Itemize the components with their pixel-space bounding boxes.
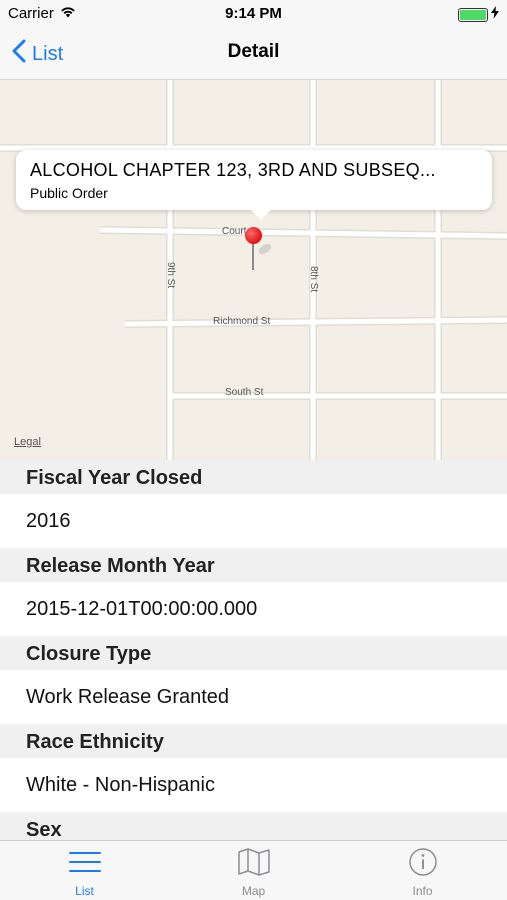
battery-fill [460,10,486,20]
detail-row: Fiscal Year Closed 2016 [0,460,507,548]
detail-label: Race Ethnicity [0,724,507,758]
pin-stick [252,242,254,270]
tab-label: Info [412,884,433,898]
detail-row: Closure Type Work Release Granted [0,636,507,724]
legal-link[interactable]: Legal [14,436,41,448]
tab-bar: List Map Info [0,840,507,900]
battery-icon [458,8,488,22]
callout-subtitle: Public Order [30,185,108,201]
status-bar: Carrier 9:14 PM [0,0,507,28]
street-label-8th: 8th St [308,266,319,293]
street-label-9th: 9th St [165,262,176,289]
detail-value: 2015-12-01T00:00:00.000 [0,582,507,636]
detail-label: Fiscal Year Closed [0,460,507,494]
tab-list[interactable]: List [0,841,169,900]
tab-info[interactable]: Info [338,841,507,900]
status-time: 9:14 PM [225,5,282,22]
tab-map[interactable]: Map [169,841,338,900]
map-streets [0,80,507,460]
map-pin-icon[interactable] [245,227,262,244]
tab-label: Map [241,884,266,898]
detail-row: Race Ethnicity White - Non-Hispanic [0,724,507,812]
detail-label: Release Month Year [0,548,507,582]
detail-label: Closure Type [0,636,507,670]
charging-bolt-icon [491,6,499,24]
street-label-south: South St [225,387,264,398]
details-list: Fiscal Year Closed 2016 Release Month Ye… [0,460,507,900]
info-icon [406,847,440,882]
detail-value: White - Non-Hispanic [0,758,507,812]
list-icon [68,847,102,882]
street-label-richmond: Richmond St [213,316,271,327]
detail-value: Work Release Granted [0,670,507,724]
tab-label: List [75,884,94,898]
map-callout[interactable]: ALCOHOL CHAPTER 123, 3RD AND SUBSEQ... P… [16,150,492,220]
map-icon [237,847,271,882]
status-right [458,6,499,24]
page-title: Detail [227,41,280,62]
callout-title: ALCOHOL CHAPTER 123, 3RD AND SUBSEQ... [30,160,436,180]
detail-value: 2016 [0,494,507,548]
map-view[interactable]: Court 9th St 8th St Richmond St South St… [0,80,507,460]
navigation-bar: List Detail [0,28,507,80]
detail-row: Release Month Year 2015-12-01T00:00:00.0… [0,548,507,636]
street-label-court: Court [222,226,247,237]
